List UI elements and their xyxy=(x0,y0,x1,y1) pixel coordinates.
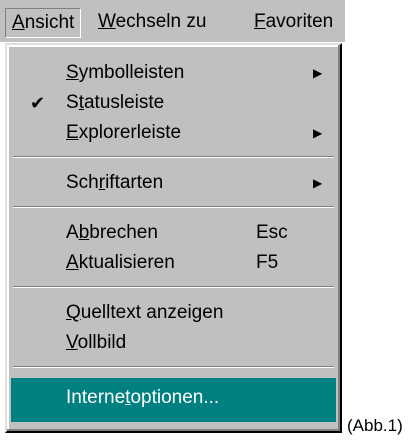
shortcut-label: F5 xyxy=(256,252,279,273)
menu-favoriten[interactable]: Favoriten xyxy=(248,8,350,36)
menu-item-label: Internetoptionen... xyxy=(66,387,220,408)
menu-ansicht-label: nsicht xyxy=(24,12,75,33)
menu-item-explorerleiste[interactable]: Explorerleiste ▶ xyxy=(11,118,336,148)
menu-item-quelltext-anzeigen[interactable]: Quelltext anzeigen xyxy=(11,298,336,328)
menu-ansicht[interactable]: Ansicht xyxy=(5,8,82,38)
figure-caption: (Abb.1) xyxy=(347,416,403,435)
menu-item-label: Schriftarten xyxy=(66,172,164,193)
menu-item-label: Symbolleisten xyxy=(66,62,185,83)
menu-item-statusleiste[interactable]: ✔ Statusleiste xyxy=(11,88,336,118)
menu-wechseln-label: echseln zu xyxy=(115,11,207,32)
submenu-arrow-icon: ▶ xyxy=(313,66,323,80)
menu-item-schriftarten[interactable]: Schriftarten ▶ xyxy=(11,168,336,198)
menu-item-vollbild[interactable]: Vollbild xyxy=(11,328,336,358)
menu-favoriten-mnemonic: F xyxy=(254,11,266,32)
submenu-arrow-icon: ▶ xyxy=(313,126,323,140)
menu-separator xyxy=(13,366,334,368)
menu-item-aktualisieren[interactable]: Aktualisieren F5 xyxy=(11,248,336,278)
menu-item-abbrechen[interactable]: Abbrechen Esc xyxy=(11,218,336,248)
menu-item-label: Explorerleiste xyxy=(66,122,182,143)
ansicht-dropdown-menu: Symbolleisten ▶ ✔ Statusleiste Explorerl… xyxy=(5,43,342,433)
menu-separator xyxy=(13,206,334,208)
menu-favoriten-label: avoriten xyxy=(265,11,334,32)
checkmark-icon: ✔ xyxy=(30,93,46,113)
menu-item-label: Quelltext anzeigen xyxy=(66,302,224,323)
menu-item-symbolleisten[interactable]: Symbolleisten ▶ xyxy=(11,58,336,88)
menu-wechseln-zu[interactable]: Wechseln zu xyxy=(92,8,212,36)
menu-bar: Ansicht Wechseln zu Favoriten xyxy=(0,0,345,42)
menu-item-label: Abbrechen xyxy=(66,222,158,243)
menu-ansicht-mnemonic: A xyxy=(12,12,25,33)
menu-item-label: Aktualisieren xyxy=(66,252,175,273)
submenu-arrow-icon: ▶ xyxy=(313,176,323,190)
menu-item-internetoptionen[interactable]: Internetoptionen... xyxy=(11,378,336,422)
menu-item-label: Statusleiste xyxy=(66,92,165,113)
menu-wechseln-mnemonic: W xyxy=(98,11,116,32)
menu-item-label: Vollbild xyxy=(66,332,127,353)
shortcut-label: Esc xyxy=(256,222,288,243)
menu-separator xyxy=(13,286,334,288)
menu-separator xyxy=(13,156,334,158)
